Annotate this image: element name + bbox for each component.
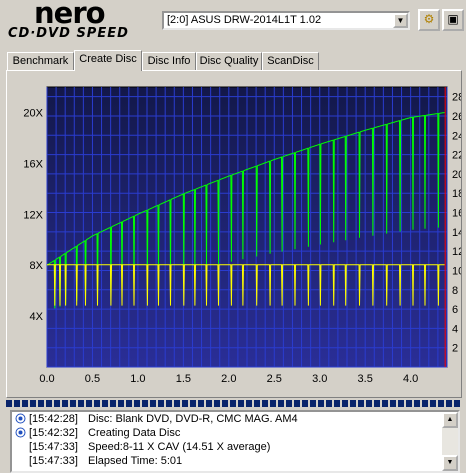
log-row: [15:42:32] Creating Data Disc	[12, 426, 458, 440]
logo-product: CD·DVD SPEED	[8, 26, 129, 41]
create-disc-panel: 0.0 0.5 1.0 1.5 2.0 2.5 3.0 3.5 4.0 4X 8X 12X 16X 20X…	[6, 70, 462, 398]
y-left-tick-label: 8X	[30, 260, 44, 272]
y-right-tick-label: 20	[452, 169, 461, 181]
info-icon	[15, 427, 26, 438]
y-right-tick-label: 26	[452, 111, 461, 123]
x-tick-label: 2.5	[267, 373, 282, 385]
x-tick-label: 0.0	[39, 373, 54, 385]
drive-refresh-icon: ⚙	[423, 12, 435, 26]
drive-refresh-button[interactable]: ⚙	[418, 9, 440, 31]
y-right-tick-label: 24	[452, 130, 461, 142]
y-right-tick-label: 28	[452, 92, 461, 104]
y-right-tick-label: 14	[452, 227, 461, 239]
log-time: [15:42:28]	[29, 413, 78, 425]
y-left-tick-label: 12X	[23, 209, 43, 221]
x-tick-label: 2.0	[221, 373, 236, 385]
speed-chart: 0.0 0.5 1.0 1.5 2.0 2.5 3.0 3.5 4.0 4X 8X 12X 16X 20X…	[23, 86, 461, 385]
log-panel: [15:42:28] Disc: Blank DVD, DVD-R, CMC M…	[10, 410, 460, 473]
log-scrollbar[interactable]: ▲ ▼	[442, 412, 458, 471]
x-tick-label: 3.0	[312, 373, 327, 385]
drive-select[interactable]: [2:0] ASUS DRW-2014L1T 1.02 ▼	[162, 11, 410, 30]
y-left-tick-label: 4X	[30, 311, 44, 323]
log-row: [15:47:33] Speed:8-11 X CAV (14.51 X ave…	[12, 440, 458, 454]
x-tick-label: 4.0	[403, 373, 418, 385]
y-right-tick-label: 22	[452, 150, 461, 162]
x-tick-label: 0.5	[85, 373, 100, 385]
x-tick-label: 3.5	[358, 373, 373, 385]
y-left-tick-label: 20X	[23, 107, 43, 119]
y-right-tick-label: 6	[452, 304, 458, 316]
log-message: Disc: Blank DVD, DVD-R, CMC MAG. AM4	[88, 413, 298, 425]
tab-benchmark[interactable]: Benchmark	[7, 52, 74, 70]
scroll-down-icon[interactable]: ▼	[442, 455, 458, 471]
save-icon: ▣	[447, 12, 459, 26]
y-right-tick-label: 10	[452, 265, 461, 277]
log-message: Speed:8-11 X CAV (14.51 X average)	[88, 441, 271, 453]
log-row: [15:47:33] Elapsed Time: 5:01	[12, 454, 458, 468]
y-right-tick-label: 8	[452, 285, 458, 297]
tab-disc-info[interactable]: Disc Info	[142, 52, 196, 70]
progress-bar	[6, 400, 462, 407]
y-right-tick-label: 2	[452, 343, 458, 355]
log-time: [15:42:32]	[29, 427, 78, 439]
y-left-tick-label: 16X	[23, 158, 43, 170]
info-icon	[15, 413, 26, 424]
y-right-tick-label: 4	[452, 323, 458, 335]
log-time: [15:47:33]	[29, 441, 78, 453]
log-message: Creating Data Disc	[88, 427, 181, 439]
y-right-tick-label: 16	[452, 208, 461, 220]
y-right-tick-label: 12	[452, 246, 461, 258]
drive-select-value: [2:0] ASUS DRW-2014L1T 1.02	[167, 14, 322, 26]
y-right-tick-label: 18	[452, 188, 461, 200]
chevron-down-icon[interactable]: ▼	[393, 13, 408, 28]
log-row: [15:42:28] Disc: Blank DVD, DVD-R, CMC M…	[12, 412, 458, 426]
log-time: [15:47:33]	[29, 455, 78, 467]
tab-disc-quality[interactable]: Disc Quality	[196, 52, 262, 70]
x-tick-label: 1.5	[176, 373, 191, 385]
log-message: Elapsed Time: 5:01	[88, 455, 183, 467]
x-tick-label: 1.0	[130, 373, 145, 385]
nero-logo: nero CD·DVD SPEED	[4, 0, 156, 42]
scroll-up-icon[interactable]: ▲	[442, 412, 458, 428]
tab-scandisc[interactable]: ScanDisc	[262, 52, 319, 70]
tab-create-disc[interactable]: Create Disc	[74, 50, 142, 71]
save-button[interactable]: ▣	[442, 9, 464, 31]
